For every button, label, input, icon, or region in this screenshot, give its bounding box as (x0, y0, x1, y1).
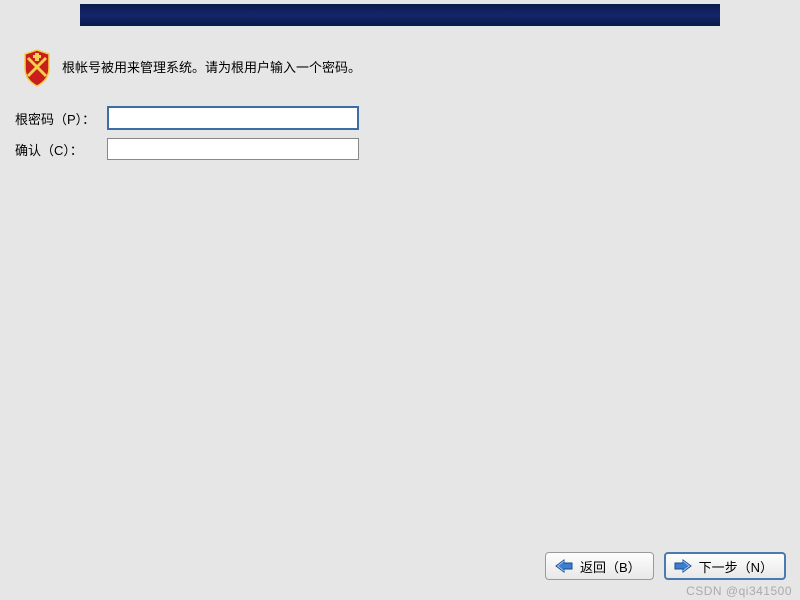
shield-icon (22, 48, 52, 88)
arrow-left-icon (554, 558, 574, 574)
confirm-password-input[interactable] (107, 138, 359, 160)
arrow-right-icon (673, 558, 693, 574)
instruction-row: 根帐号被用来管理系统。请为根用户输入一个密码。 (22, 48, 361, 88)
confirm-row: 确认（C）： (15, 138, 359, 160)
next-button-label: 下一步（N） (699, 557, 773, 576)
back-button[interactable]: 返回（B） (545, 552, 654, 580)
watermark: CSDN @qi341500 (686, 584, 792, 598)
password-row: 根密码（P）： (15, 106, 359, 130)
instruction-text: 根帐号被用来管理系统。请为根用户输入一个密码。 (62, 59, 361, 77)
next-button[interactable]: 下一步（N） (664, 552, 786, 580)
root-password-input[interactable] (107, 106, 359, 130)
navigation-buttons: 返回（B） 下一步（N） (545, 552, 786, 580)
header-banner (80, 4, 720, 26)
password-label: 根密码（P）： (15, 109, 107, 128)
back-button-label: 返回（B） (580, 557, 641, 576)
confirm-label: 确认（C）： (15, 140, 107, 159)
root-password-form: 根密码（P）： 确认（C）： (15, 106, 359, 168)
